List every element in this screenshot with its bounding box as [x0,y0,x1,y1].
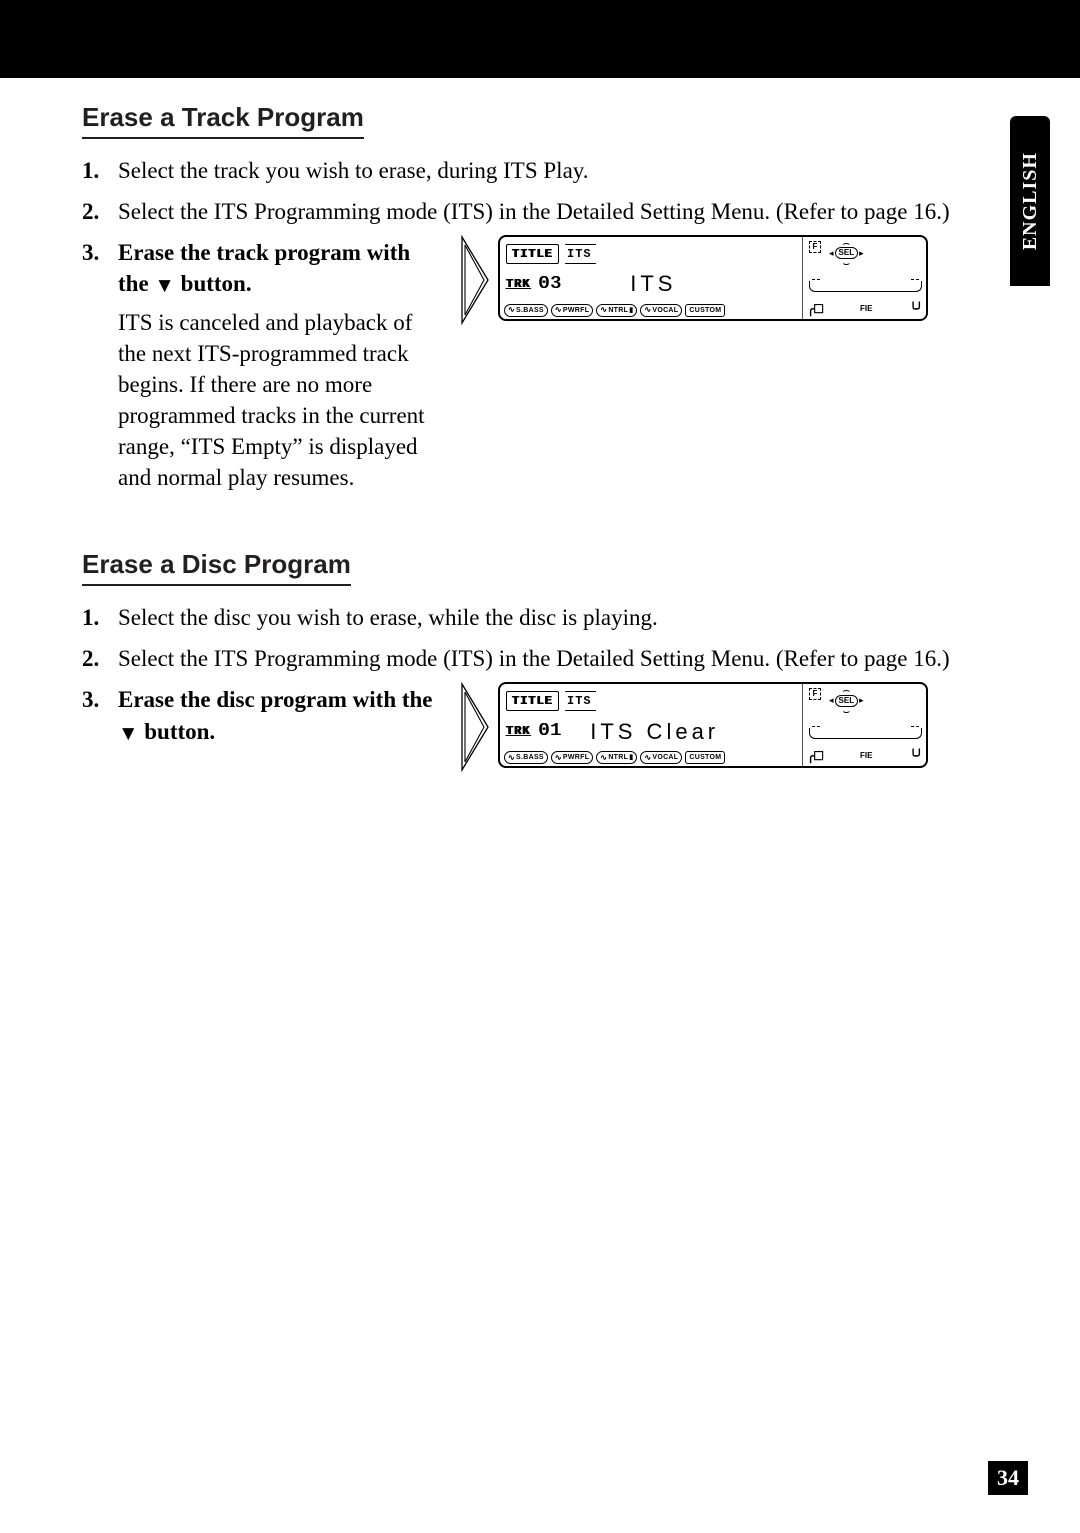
eq-custom: CUSTOM [685,751,725,764]
cap-left-icon: ╭☐ [807,748,823,764]
cap-right-icon: ╰╯ [910,301,922,317]
f-indicator: F [809,241,821,253]
eq-sbass: ∿S.BASS [504,304,548,317]
wave-icon: ∿ [644,753,651,764]
language-tab-label: ENGLISH [1019,152,1042,250]
step-num: 1. [82,602,118,633]
eq-ntrl: ∿NTRL▮ [596,304,637,317]
eq-vocal: ∿VOCAL [640,304,682,317]
title-indicator: TITLE [506,244,559,264]
title-indicator: TITLE [506,691,559,711]
section2-steps: 1. Select the disc you wish to erase, wh… [82,602,952,772]
step-body: Select the disc you wish to erase, while… [118,602,952,633]
step-text-b: button. [138,719,215,744]
step-num: 3. [82,684,118,772]
pause-icon: ▮ [629,753,633,762]
eq-custom: CUSTOM [685,304,725,317]
section2-step-1: 1. Select the disc you wish to erase, wh… [82,602,952,633]
step-body: Select the ITS Programming mode (ITS) in… [118,643,952,674]
step-body: Select the track you wish to erase, duri… [118,155,952,186]
step-desc: ITS is canceled and playback of the next… [118,307,438,493]
trk-number: 03 [539,272,563,296]
pointer-icon [460,235,490,325]
wave-icon: ∿ [644,305,651,316]
wave-icon: ∿ [600,305,607,316]
step-text-b: button. [175,271,252,296]
pause-icon: ▮ [629,306,633,315]
f-indicator: F [809,688,821,700]
triangle-left-icon: ◂ [829,247,834,259]
step-num: 2. [82,196,118,227]
display-main-text: ITS Clear [590,717,719,747]
triangle-right-icon: ▸ [859,694,864,706]
section2-title: Erase a Disc Program [82,549,351,586]
triangle-right-icon: ▸ [859,247,864,259]
triangle-left-icon: ◂ [829,694,834,706]
sel-widget: ⌢ ◂SEL▸ ⌣ [829,239,864,267]
section1-title: Erase a Track Program [82,102,364,139]
language-tab: ENGLISH [1010,116,1050,286]
display-group-2: TITLE ITS TRK 01 ITS Clear ∿S.BASS [460,682,928,772]
eq-pwrfl: ∿PWRFL [551,304,593,317]
trk-label: TRK [506,276,531,292]
display-group-1: TITLE ITS TRK 03 ITS ∿S.BASS [460,235,928,325]
fie-label: FIE [860,304,872,315]
arc-up-icon: ⌢ [829,686,864,694]
wave-icon: ∿ [600,753,607,764]
step-num: 1. [82,155,118,186]
section1-step-1: 1. Select the track you wish to erase, d… [82,155,952,186]
step-num: 3. [82,237,118,493]
cap-left-icon: ╭☐ [807,301,823,317]
fie-label: FIE [860,751,872,762]
page-number: 34 [988,1461,1028,1495]
pointer-icon [460,682,490,772]
arc-up-icon: ⌢ [829,239,864,247]
eq-pwrfl: ∿PWRFL [551,751,593,764]
its-indicator: ITS [565,246,596,262]
lcd-display-1: TITLE ITS TRK 03 ITS ∿S.BASS [498,235,928,321]
eq-ntrl: ∿NTRL▮ [596,751,637,764]
eq-sbass: ∿S.BASS [504,751,548,764]
section2-step-3: 3. Erase the disc program with the ▼ but… [82,684,952,772]
section1-step-3: 3. Erase the track program with the ▼ bu… [82,237,952,493]
wave-icon: ∿ [555,753,562,764]
cap-right-icon: ╰╯ [910,748,922,764]
its-indicator: ITS [565,693,596,709]
section2-step-2: 2. Select the ITS Programming mode (ITS)… [82,643,952,674]
arc-down-icon: ⌣ [829,707,864,715]
wave-icon: ∿ [508,753,515,764]
eq-vocal: ∿VOCAL [640,751,682,764]
lcd-display-2: TITLE ITS TRK 01 ITS Clear ∿S.BASS [498,682,928,768]
section1-step-2: 2. Select the ITS Programming mode (ITS)… [82,196,952,227]
wave-icon: ∿ [508,305,515,316]
step-num: 2. [82,643,118,674]
trk-number: 01 [539,719,563,743]
arc-down-icon: ⌣ [829,259,864,267]
wave-icon: ∿ [555,305,562,316]
section1-steps: 1. Select the track you wish to erase, d… [82,155,952,493]
step-body: Select the ITS Programming mode (ITS) in… [118,196,952,227]
sel-widget: ⌢ ◂SEL▸ ⌣ [829,686,864,714]
display-main-text: ITS [630,269,676,299]
down-triangle-icon: ▼ [154,273,174,301]
step-text-a: Erase the disc program with the [118,687,433,712]
down-triangle-icon: ▼ [118,721,138,749]
trk-label: TRK [506,723,531,739]
header-bar [0,0,1080,78]
